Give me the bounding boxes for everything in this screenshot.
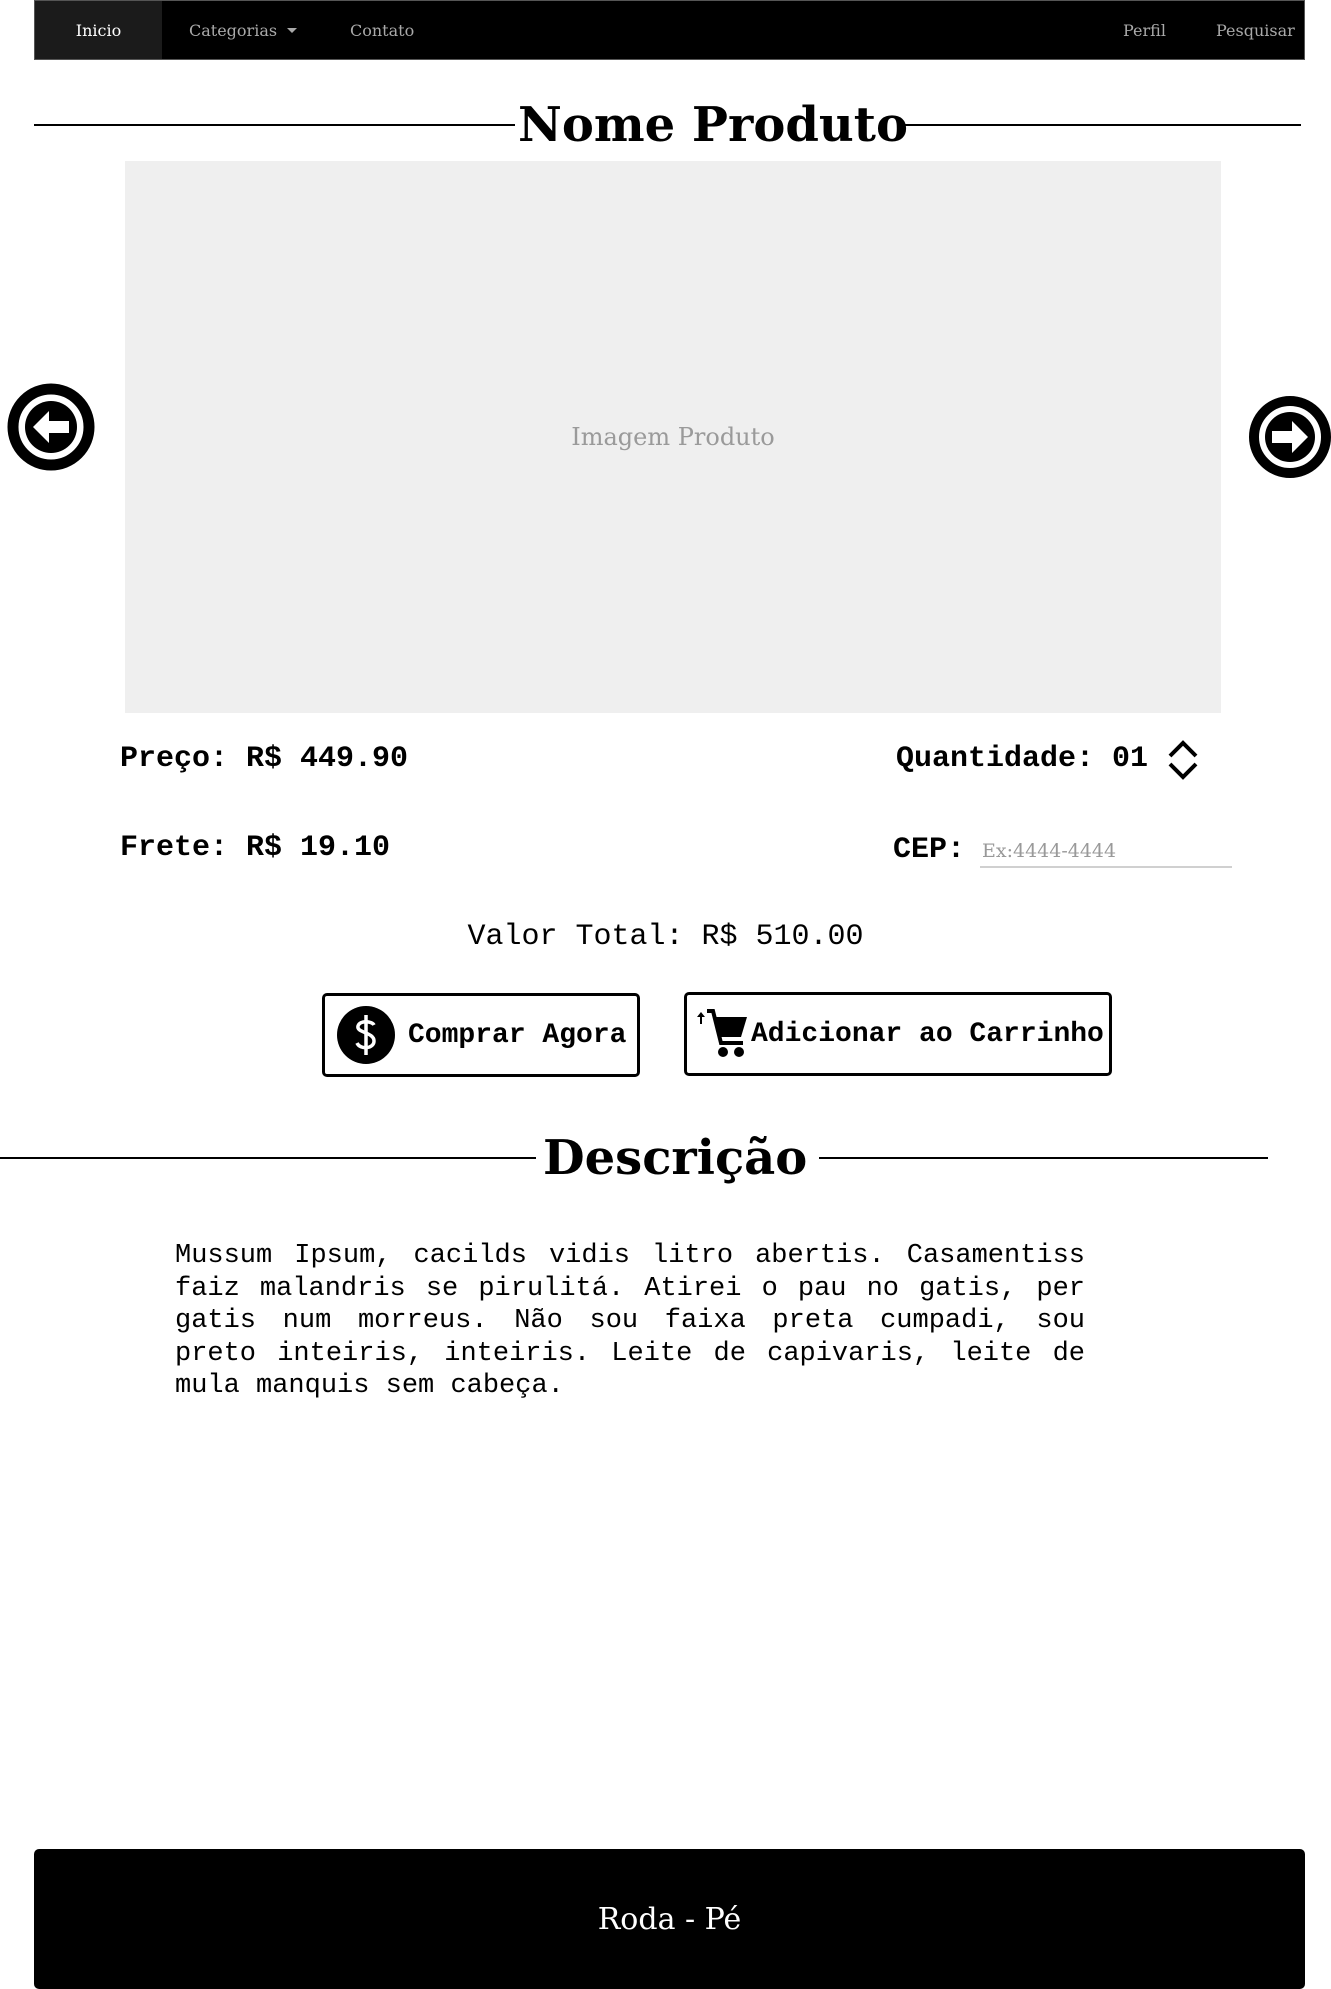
total-text: Valor Total: R$ 510.00	[467, 920, 864, 954]
nav-pesquisar-label: Pesquisar	[1216, 21, 1295, 40]
description-title: Descrição	[543, 1130, 808, 1186]
dollar-circle-icon	[337, 1006, 395, 1064]
caret-down-icon	[287, 27, 298, 33]
nav-inicio-label: Inicio	[75, 21, 122, 40]
arrow-right-circle-icon	[1249, 396, 1331, 478]
description-text: Mussum Ipsum, cacilds vidis litro aberti…	[175, 1241, 1085, 1401]
carousel-prev-button[interactable]	[7, 383, 95, 471]
nav-contato[interactable]: Contato	[350, 1, 414, 59]
footer-text: Roda - Pé	[597, 1901, 742, 1937]
title-divider-right	[898, 124, 1301, 126]
nav-inicio[interactable]: Inicio	[35, 1, 162, 59]
nav-categorias-dropdown[interactable]: Categorias	[189, 1, 298, 59]
top-navbar: Inicio Categorias Contato Perfil Pesquis…	[34, 0, 1305, 60]
cep-label: CEP:	[893, 833, 966, 867]
cep-input[interactable]	[980, 836, 1232, 868]
nav-contato-label: Contato	[350, 21, 415, 40]
cart-plus-icon	[697, 1009, 747, 1057]
nav-pesquisar[interactable]: Pesquisar	[1216, 1, 1295, 59]
product-title: Nome Produto	[518, 97, 908, 153]
add-to-cart-label: Adicionar ao Carrinho	[751, 1018, 1104, 1050]
nav-categorias-label: Categorias	[189, 21, 278, 40]
quantity-text: Quantidade: 01	[896, 742, 1149, 776]
chevron-up-down-icon	[1168, 740, 1198, 780]
arrow-left-circle-icon	[7, 383, 95, 471]
title-divider-left	[34, 124, 515, 126]
price-text: Preço: R$ 449.90	[120, 742, 409, 776]
product-image: Imagem Produto	[125, 161, 1221, 713]
buy-now-button[interactable]: Comprar Agora	[322, 993, 640, 1077]
carousel-next-button[interactable]	[1248, 395, 1331, 479]
description-divider-left	[0, 1157, 536, 1159]
product-image-placeholder: Imagem Produto	[571, 423, 775, 451]
description-divider-right	[819, 1157, 1268, 1159]
buy-now-label: Comprar Agora	[408, 1019, 627, 1051]
quantity-stepper[interactable]	[1165, 738, 1201, 782]
nav-perfil[interactable]: Perfil	[1123, 1, 1166, 59]
add-to-cart-button[interactable]: Adicionar ao Carrinho	[684, 992, 1112, 1076]
shipping-text: Frete: R$ 19.10	[120, 831, 391, 865]
nav-perfil-label: Perfil	[1123, 21, 1166, 40]
footer: Roda - Pé	[34, 1849, 1305, 1989]
